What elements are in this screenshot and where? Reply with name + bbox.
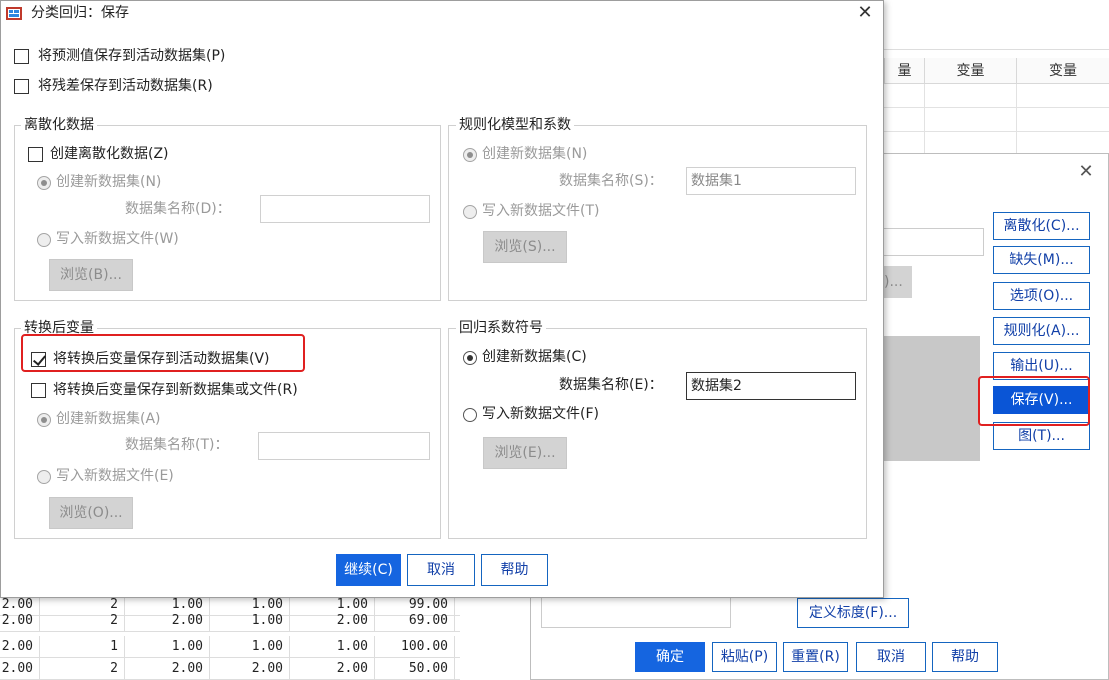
table-cell[interactable]: 69.00 xyxy=(375,610,455,632)
column-header[interactable]: 变量 xyxy=(1016,58,1109,84)
table-row[interactable]: 2.00 1 1.00 1.00 1.00 100.00 xyxy=(0,636,460,658)
regularize-new-dataset-radio[interactable] xyxy=(463,148,477,162)
regularization-button[interactable]: 规则化(A)... xyxy=(993,317,1090,345)
continue-button[interactable]: 继续(C) xyxy=(336,554,401,586)
discretize-write-file-radio[interactable] xyxy=(37,233,51,247)
paste-button[interactable]: 粘贴(P) xyxy=(712,642,777,672)
discretize-new-dataset-label: 创建新数据集(N) xyxy=(56,174,162,190)
discretize-dataset-name-input[interactable] xyxy=(260,195,430,223)
missing-button[interactable]: 缺失(M)... xyxy=(993,246,1090,274)
table-cell[interactable]: 2.00 xyxy=(125,610,210,632)
regularize-dataset-name-input[interactable]: 数据集1 xyxy=(686,167,856,195)
discretize-dataset-name-label: 数据集名称(D)： xyxy=(125,201,231,217)
coef-new-dataset-radio[interactable] xyxy=(463,351,477,365)
regularize-browse-button[interactable]: 浏览(S)... xyxy=(483,231,567,263)
create-discretized-checkbox[interactable] xyxy=(28,147,43,162)
regularize-write-file-label: 写入新数据文件(T) xyxy=(482,203,600,219)
transformed-write-file-label: 写入新数据文件(E) xyxy=(56,468,174,484)
regularize-group-title: 规则化模型和系数 xyxy=(456,116,574,134)
discretize-new-dataset-radio[interactable] xyxy=(37,176,51,190)
help-button[interactable]: 帮助 xyxy=(481,554,548,586)
title-bar[interactable]: 分类回归：保存 ✕ xyxy=(1,1,883,27)
transformed-browse-button[interactable]: 浏览(O)... xyxy=(49,497,133,529)
table-cell[interactable]: 2.00 xyxy=(0,610,40,632)
save-transformed-new-checkbox[interactable] xyxy=(31,383,46,398)
dialog-title: 分类回归：保存 xyxy=(31,5,129,21)
transformed-new-dataset-radio[interactable] xyxy=(37,413,51,427)
discretize-browse-button[interactable]: 浏览(B)... xyxy=(49,259,133,291)
grid-line xyxy=(884,107,1109,108)
regularize-dataset-name-label: 数据集名称(S)： xyxy=(559,173,663,189)
grid-line xyxy=(1016,84,1017,154)
variable-list[interactable] xyxy=(884,336,980,461)
define-scale-button[interactable]: 定义标度(F)... xyxy=(797,598,909,628)
highlight-box xyxy=(21,334,305,372)
table-cell[interactable]: 1.00 xyxy=(125,636,210,658)
partial-button[interactable]: )... xyxy=(884,266,912,298)
close-icon[interactable]: ✕ xyxy=(853,1,877,25)
transformed-dataset-name-label: 数据集名称(T)： xyxy=(125,437,229,453)
discretize-group-title: 离散化数据 xyxy=(21,116,97,134)
table-cell[interactable]: 1.00 xyxy=(210,636,290,658)
table-cell[interactable]: 1 xyxy=(40,636,125,658)
table-cell[interactable]: 100.00 xyxy=(375,636,455,658)
coef-dataset-name-input[interactable]: 数据集2 xyxy=(686,372,856,400)
create-discretized-label: 创建离散化数据(Z) xyxy=(50,146,169,162)
coef-write-file-radio[interactable] xyxy=(463,408,477,422)
column-header[interactable]: 变量 xyxy=(924,58,1016,84)
discretize-button[interactable]: 离散化(C)... xyxy=(993,212,1090,240)
table-cell[interactable]: 50.00 xyxy=(375,658,455,680)
coef-browse-button[interactable]: 浏览(E)... xyxy=(483,437,567,469)
save-predicted-checkbox[interactable] xyxy=(14,49,29,64)
save-residuals-label: 将残差保存到活动数据集(R) xyxy=(38,78,213,94)
ok-button[interactable]: 确定 xyxy=(635,642,705,672)
save-residuals-checkbox[interactable] xyxy=(14,79,29,94)
grid-line xyxy=(924,84,925,154)
transformed-dataset-name-input[interactable] xyxy=(258,432,430,460)
coef-group-title: 回归系数符号 xyxy=(456,319,546,337)
bg-cancel-button[interactable]: 取消 xyxy=(856,642,926,672)
table-row[interactable]: 2.00 2 2.00 2.00 2.00 50.00 xyxy=(0,658,460,680)
bg-help-button[interactable]: 帮助 xyxy=(932,642,998,672)
coef-dataset-name-label: 数据集名称(E)： xyxy=(559,377,663,393)
transformed-new-dataset-label: 创建新数据集(A) xyxy=(56,411,161,427)
cancel-button[interactable]: 取消 xyxy=(407,554,475,586)
discretize-write-file-label: 写入新数据文件(W) xyxy=(56,231,179,247)
cell-editor-bar[interactable] xyxy=(884,24,1109,50)
column-header[interactable]: 量 xyxy=(884,58,924,84)
app-icon xyxy=(6,7,22,20)
table-cell[interactable]: 2.00 xyxy=(290,658,375,680)
transformed-write-file-radio[interactable] xyxy=(37,470,51,484)
table-cell[interactable]: 2 xyxy=(40,610,125,632)
options-button[interactable]: 选项(O)... xyxy=(993,282,1090,310)
highlight-box xyxy=(978,376,1090,426)
coef-write-file-label: 写入新数据文件(F) xyxy=(482,406,599,422)
save-dialog: 分类回归：保存 ✕ 将预测值保存到活动数据集(P) 将残差保存到活动数据集(R)… xyxy=(0,0,884,598)
table-cell[interactable]: 2.00 xyxy=(210,658,290,680)
table-cell[interactable]: 1.00 xyxy=(290,636,375,658)
table-cell[interactable]: 2.00 xyxy=(290,610,375,632)
coef-new-dataset-label: 创建新数据集(C) xyxy=(482,349,587,365)
table-row[interactable]: 2.00 2 2.00 1.00 2.00 69.00 xyxy=(0,610,460,632)
table-cell[interactable]: 2 xyxy=(40,658,125,680)
regularize-write-file-radio[interactable] xyxy=(463,205,477,219)
plots-button[interactable]: 图(T)... xyxy=(993,422,1090,450)
close-icon[interactable]: ✕ xyxy=(1074,160,1098,184)
regularize-new-dataset-label: 创建新数据集(N) xyxy=(482,146,588,162)
save-transformed-new-label: 将转换后变量保存到新数据集或文件(R) xyxy=(53,382,298,398)
variable-field[interactable] xyxy=(884,228,984,256)
table-cell[interactable]: 2.00 xyxy=(0,636,40,658)
save-predicted-label: 将预测值保存到活动数据集(P) xyxy=(38,48,226,64)
list-box[interactable] xyxy=(541,598,731,628)
reset-button[interactable]: 重置(R) xyxy=(783,642,848,672)
table-cell[interactable]: 2.00 xyxy=(125,658,210,680)
grid-line xyxy=(884,131,1109,132)
table-cell[interactable]: 2.00 xyxy=(0,658,40,680)
table-cell[interactable]: 1.00 xyxy=(210,610,290,632)
